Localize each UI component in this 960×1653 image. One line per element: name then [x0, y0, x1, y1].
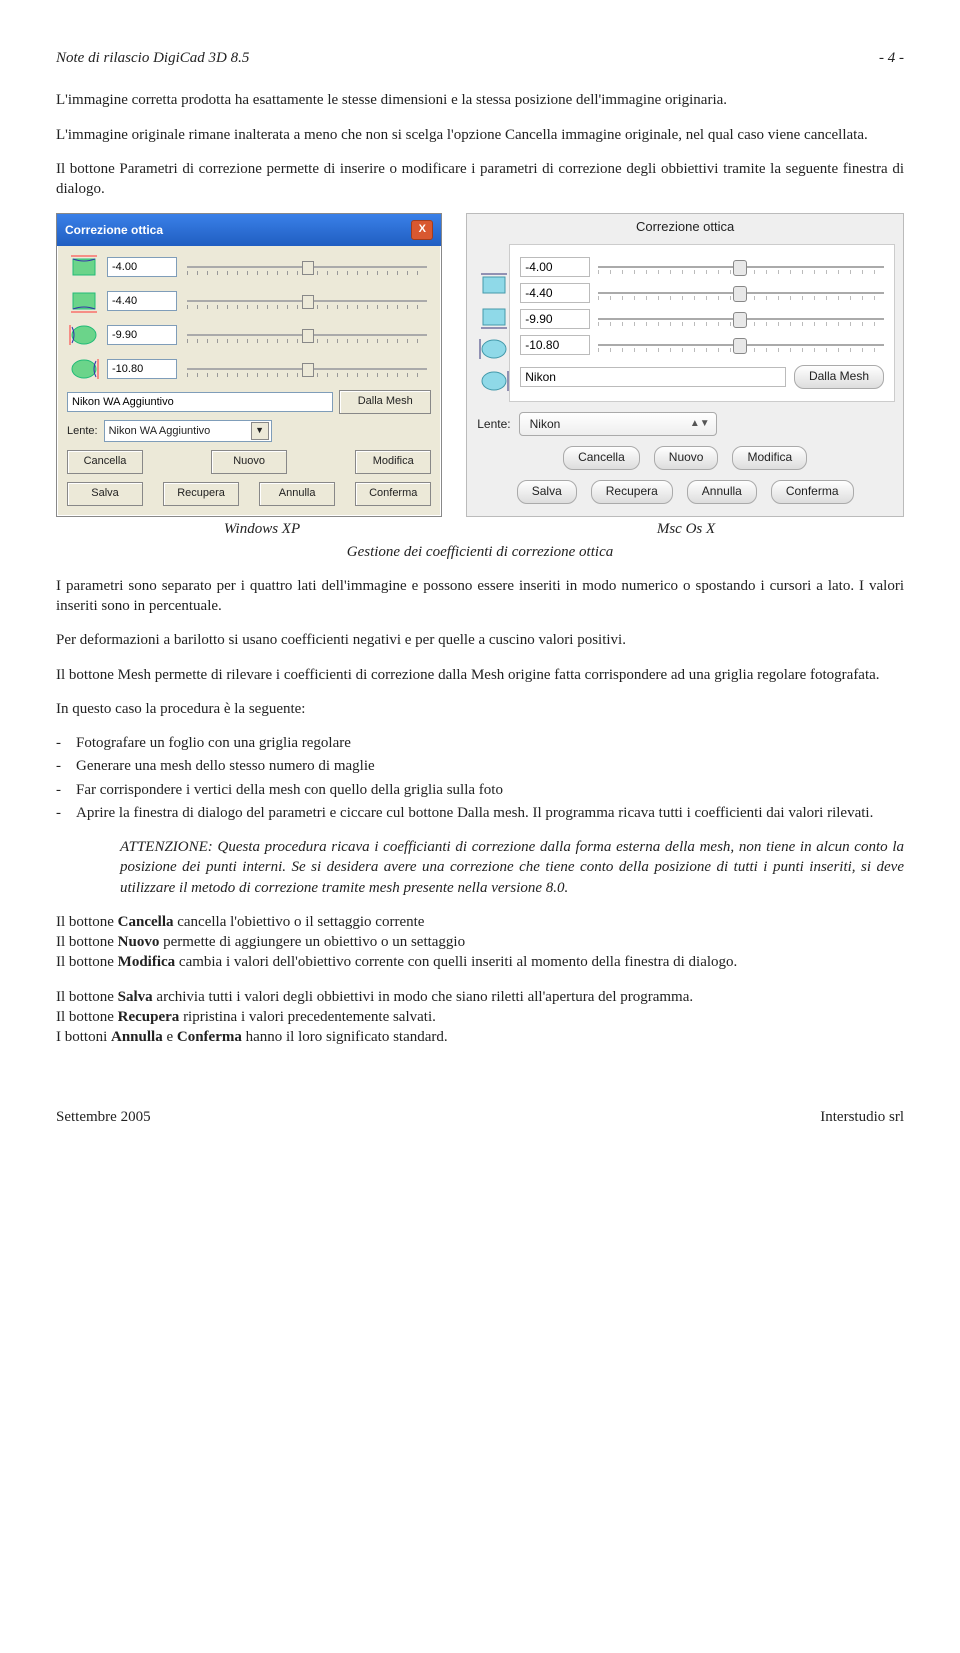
from-mesh-button[interactable]: Dalla Mesh: [794, 365, 884, 389]
modifica-button[interactable]: Modifica: [732, 446, 807, 470]
header-title: Note di rilascio DigiCad 3D 8.5: [56, 48, 249, 68]
conferma-button[interactable]: Conferma: [771, 480, 854, 504]
coeff-left-slider[interactable]: [598, 310, 884, 328]
coeff-top-input[interactable]: [520, 257, 590, 277]
conferma-button[interactable]: Conferma: [355, 482, 431, 506]
distortion-top-icon: [67, 254, 101, 280]
cancella-button[interactable]: Cancella: [563, 446, 640, 470]
nuovo-button[interactable]: Nuovo: [654, 446, 719, 470]
list-item: Aprire la finestra di dialogo del parame…: [76, 803, 904, 823]
bold-nuovo: Nuovo: [118, 934, 160, 950]
procedure-list: Fotografare un foglio con una griglia re…: [56, 733, 904, 823]
paragraph-7: In questo caso la procedura è la seguent…: [56, 699, 904, 719]
cancella-button[interactable]: Cancella: [67, 450, 143, 474]
updown-icon: ▲▼: [690, 417, 710, 431]
footer-right: Interstudio srl: [820, 1107, 904, 1127]
coeff-left-input[interactable]: [107, 325, 177, 345]
coeff-left-input[interactable]: [520, 309, 590, 329]
paragraph-cancella: Il bottone Cancella cancella l'obiettivo…: [56, 912, 904, 973]
bold-cancella: Cancella: [118, 914, 174, 930]
close-icon[interactable]: X: [411, 220, 433, 240]
bold-conferma: Conferma: [177, 1029, 242, 1045]
distortion-left-icon: [477, 336, 511, 362]
header-page: - 4 -: [879, 48, 904, 68]
attention-note: ATTENZIONE: Questa procedura ricava i co…: [120, 837, 904, 898]
caption-mac: Msc Os X: [468, 519, 904, 539]
coeff-bottom-input[interactable]: [107, 291, 177, 311]
coeff-left-slider[interactable]: [183, 325, 431, 345]
lens-name-input[interactable]: [67, 392, 333, 412]
lente-label: Lente:: [67, 424, 98, 439]
coeff-bottom-slider[interactable]: [183, 291, 431, 311]
lens-combo[interactable]: Nikon ▲▼: [519, 412, 717, 436]
coeff-top-slider[interactable]: [183, 257, 431, 277]
bold-modifica: Modifica: [118, 954, 176, 970]
recupera-button[interactable]: Recupera: [591, 480, 673, 504]
paragraph-6: Il bottone Mesh permette di rilevare i c…: [56, 665, 904, 685]
coeff-bottom-slider[interactable]: [598, 284, 884, 302]
screenshots-row: Correzione ottica X: [56, 213, 904, 517]
from-mesh-button[interactable]: Dalla Mesh: [339, 390, 431, 414]
xp-title: Correzione ottica: [65, 222, 163, 238]
lens-name-input[interactable]: [520, 367, 786, 387]
xp-body: Dalla Mesh Lente: Nikon WA Aggiuntivo ▼ …: [57, 246, 441, 516]
caption-xp: Windows XP: [56, 519, 468, 539]
list-item: Generare una mesh dello stesso numero di…: [76, 756, 904, 776]
paragraph-2: L'immagine originale rimane inalterata a…: [56, 125, 904, 145]
nuovo-button[interactable]: Nuovo: [211, 450, 287, 474]
chevron-down-icon: ▼: [251, 422, 269, 440]
mac-title: Correzione ottica: [467, 214, 903, 244]
coeff-right-input[interactable]: [107, 359, 177, 379]
dialog-xp: Correzione ottica X: [56, 213, 442, 517]
caption-row: Windows XP Msc Os X: [56, 519, 904, 539]
paragraph-1: L'immagine corretta prodotta ha esattame…: [56, 90, 904, 110]
caption-sub: Gestione dei coefficienti di correzione …: [56, 542, 904, 562]
coeff-top-input[interactable]: [107, 257, 177, 277]
bold-recupera: Recupera: [118, 1009, 180, 1025]
mac-shape-icons: [477, 272, 511, 394]
footer-left: Settembre 2005: [56, 1107, 151, 1127]
page-footer: Settembre 2005 Interstudio srl: [56, 1107, 904, 1127]
coeff-right-slider[interactable]: [598, 336, 884, 354]
coeff-top-slider[interactable]: [598, 258, 884, 276]
coeff-right-input[interactable]: [520, 335, 590, 355]
salva-button[interactable]: Salva: [517, 480, 577, 504]
bold-salva: Salva: [118, 989, 153, 1005]
coeff-bottom-input[interactable]: [520, 283, 590, 303]
distortion-bottom-icon: [67, 288, 101, 314]
list-item: Far corrispondere i vertici della mesh c…: [76, 780, 904, 800]
dialog-mac: Correzione ottica: [466, 213, 904, 517]
recupera-button[interactable]: Recupera: [163, 482, 239, 506]
salva-button[interactable]: Salva: [67, 482, 143, 506]
distortion-right-icon: [477, 368, 511, 394]
coeff-right-slider[interactable]: [183, 359, 431, 379]
xp-titlebar: Correzione ottica X: [57, 214, 441, 246]
lente-label: Lente:: [477, 416, 510, 432]
lens-combo-value: Nikon: [530, 416, 561, 432]
list-item: Fotografare un foglio con una griglia re…: [76, 733, 904, 753]
lens-combo[interactable]: Nikon WA Aggiuntivo ▼: [104, 420, 272, 442]
paragraph-5: Per deformazioni a barilotto si usano co…: [56, 630, 904, 650]
distortion-right-icon: [67, 356, 101, 382]
bold-annulla: Annulla: [111, 1029, 163, 1045]
annulla-button[interactable]: Annulla: [687, 480, 757, 504]
distortion-top-icon: [477, 272, 511, 298]
distortion-bottom-icon: [477, 304, 511, 330]
paragraph-3: Il bottone Parametri di correzione perme…: [56, 159, 904, 200]
modifica-button[interactable]: Modifica: [355, 450, 431, 474]
distortion-left-icon: [67, 322, 101, 348]
paragraph-4: I parametri sono separato per i quattro …: [56, 576, 904, 617]
mac-values-panel: Dalla Mesh: [509, 244, 895, 402]
lens-combo-value: Nikon WA Aggiuntivo: [109, 424, 211, 439]
paragraph-salva: Il bottone Salva archivia tutti i valori…: [56, 987, 904, 1048]
page-header: Note di rilascio DigiCad 3D 8.5 - 4 -: [56, 48, 904, 68]
annulla-button[interactable]: Annulla: [259, 482, 335, 506]
